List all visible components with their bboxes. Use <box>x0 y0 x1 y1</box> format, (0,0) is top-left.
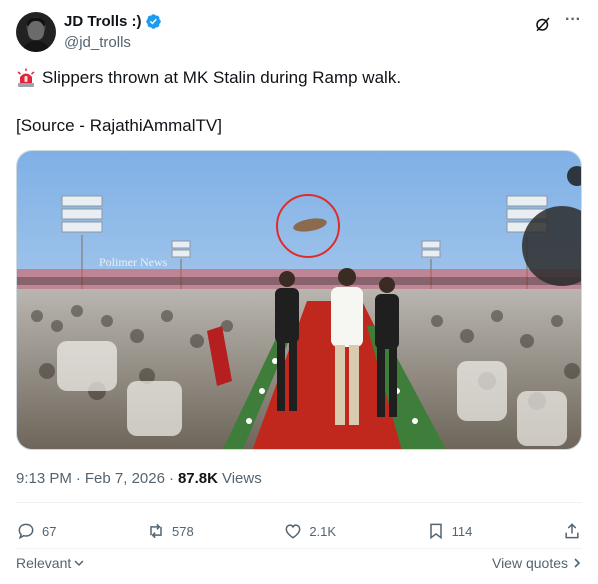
share-icon <box>565 523 579 539</box>
bookmark-button[interactable]: 114 <box>426 521 473 541</box>
media-photo: Polimer News <box>17 151 581 449</box>
view-quotes-label: View quotes <box>491 555 568 571</box>
divider <box>16 502 582 503</box>
avatar[interactable] <box>16 12 56 52</box>
action-bar: 67 578 2.1K 114 <box>16 517 582 545</box>
sort-label: Relevant <box>16 555 72 571</box>
tweet-header: JD Trolls :) @jd_trolls ··· <box>16 12 582 56</box>
repost-icon <box>150 523 162 539</box>
meta-separator: · <box>168 470 174 487</box>
divider <box>16 548 582 549</box>
reply-button[interactable]: 67 <box>16 521 56 541</box>
reply-count: 67 <box>42 523 57 539</box>
tweet-text-line2: [Source - RajathiAmmalTV] <box>16 116 222 135</box>
meta-separator: · <box>75 470 81 487</box>
author-name-row[interactable]: JD Trolls :) <box>64 13 162 30</box>
siren-emoji-icon <box>17 68 35 87</box>
tweet-text-line1: Slippers thrown at MK Stalin during Ramp… <box>42 68 402 87</box>
view-quotes-link[interactable]: View quotes <box>492 555 582 571</box>
tweet-time[interactable]: 9:13 PM <box>16 470 72 487</box>
author-display-name[interactable]: JD Trolls :) <box>64 13 142 30</box>
repost-count: 578 <box>172 523 194 539</box>
sort-replies-dropdown[interactable]: Relevant <box>16 555 85 571</box>
tweet-media-image[interactable]: Polimer News <box>16 150 582 450</box>
tweet-text: Slippers thrown at MK Stalin during Ramp… <box>16 67 582 137</box>
reply-icon <box>18 523 34 540</box>
repost-button[interactable]: 578 <box>146 521 194 541</box>
replies-footer: Relevant View quotes <box>16 553 582 573</box>
grok-icon[interactable] <box>534 15 552 33</box>
media-watermark: Polimer News <box>99 255 168 269</box>
tweet-meta: 9:13 PM · Feb 7, 2026 · 87.8K Views <box>16 470 262 487</box>
tweet-date[interactable]: Feb 7, 2026 <box>85 470 165 487</box>
bookmark-count: 114 <box>451 523 473 539</box>
bookmark-icon <box>429 523 442 540</box>
views-count: 87.8K <box>177 470 218 487</box>
views-label: Views <box>221 470 262 487</box>
heart-icon <box>285 524 301 539</box>
like-count: 2.1K <box>309 523 337 539</box>
author-handle[interactable]: @jd_trolls <box>64 34 131 51</box>
chevron-down-icon <box>74 560 84 567</box>
verified-badge-icon <box>145 14 161 29</box>
like-button[interactable]: 2.1K <box>283 521 336 541</box>
more-options-icon[interactable]: ··· <box>564 12 582 31</box>
chevron-right-icon <box>574 558 581 568</box>
share-button[interactable] <box>562 521 582 541</box>
